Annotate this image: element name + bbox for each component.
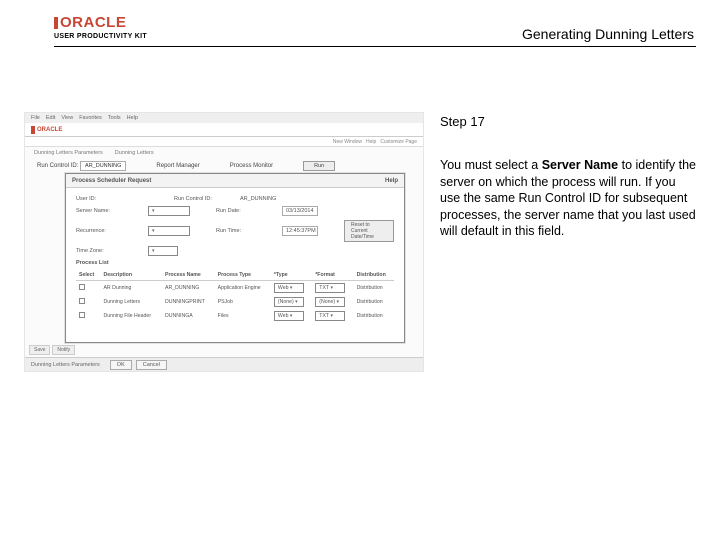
cell-fmt-dd[interactable]: TXT: [315, 311, 345, 321]
server-name-dropdown[interactable]: [148, 206, 190, 216]
process-scheduler-modal: Process Scheduler Request Help User ID: …: [65, 173, 405, 343]
ok-button[interactable]: OK: [110, 360, 132, 370]
modal-footer: Dunning Letters Parameters OK Cancel: [25, 357, 423, 371]
col-description: Description: [100, 270, 162, 281]
app-brand-bar: ORACLE: [25, 123, 423, 137]
cell-fmt-dd[interactable]: (None): [315, 297, 345, 307]
run-control-row: Run Control ID: AR_DUNNING Report Manage…: [25, 159, 423, 173]
server-name-label: Server Name:: [76, 208, 122, 214]
browser-menubar: File Edit View Favorites Tools Help: [25, 113, 423, 123]
cell-pname: DUNNINGA: [162, 309, 215, 323]
runctl-modal-value: AR_DUNNING: [240, 196, 276, 202]
brand-text: ORACLE: [60, 14, 126, 31]
step-label: Step 17: [440, 114, 696, 129]
page-action-chips: Save Notify: [29, 345, 75, 355]
timezone-label: Time Zone:: [76, 248, 122, 254]
rundate-field[interactable]: 03/13/2014: [282, 206, 318, 216]
cell-ptype: Files: [215, 309, 271, 323]
chip-notify[interactable]: Notify: [52, 345, 75, 355]
page-title: Generating Dunning Letters: [522, 26, 694, 42]
menu-favorites[interactable]: Favorites: [79, 115, 102, 121]
link-new-window[interactable]: New Window: [333, 139, 362, 145]
row-checkbox[interactable]: [79, 312, 85, 318]
modal-body: User ID: Run Control ID: AR_DUNNING Serv…: [66, 188, 404, 327]
app-screenshot: File Edit View Favorites Tools Help ORAC…: [24, 112, 424, 372]
table-row: Dunning Letters DUNNINGPRINT PSJob (None…: [76, 295, 394, 309]
link-customize[interactable]: Customize Page: [380, 139, 417, 145]
tab-dunning-letters[interactable]: Dunning Letters: [112, 149, 157, 157]
instruction-panel: Step 17 You must select a Server Name to…: [440, 112, 696, 372]
subbrand-text: USER PRODUCTIVITY KIT: [54, 33, 147, 40]
cancel-button[interactable]: Cancel: [136, 360, 167, 370]
cell-pname: AR_DUNNING: [162, 281, 215, 296]
table-row: AR Dunning AR_DUNNING Application Engine…: [76, 281, 394, 296]
col-process-type: Process Type: [215, 270, 271, 281]
cell-desc: Dunning File Header: [100, 309, 162, 323]
row-checkbox[interactable]: [79, 298, 85, 304]
oracle-bar-icon: [31, 126, 35, 134]
cell-dist-link[interactable]: Distribution: [354, 281, 394, 296]
cell-desc: AR Dunning: [100, 281, 162, 296]
link-process-monitor[interactable]: Process Monitor: [230, 163, 273, 169]
runtime-label: Run Time:: [216, 228, 256, 234]
tab-dunning-params[interactable]: Dunning Letters Parameters: [31, 149, 106, 157]
process-list-table: Select Description Process Name Process …: [76, 270, 394, 323]
menu-view[interactable]: View: [61, 115, 73, 121]
footer-crumb: Dunning Letters Parameters: [31, 362, 100, 368]
content-row: File Edit View Favorites Tools Help ORAC…: [24, 112, 696, 372]
chip-save[interactable]: Save: [29, 345, 50, 355]
oracle-logo: ORACLE: [54, 14, 147, 31]
cell-dist-link[interactable]: Distribution: [354, 309, 394, 323]
header-divider: [54, 46, 696, 47]
menu-edit[interactable]: Edit: [46, 115, 55, 121]
runctl-value: AR_DUNNING: [80, 161, 126, 171]
cell-type-dd[interactable]: (None): [274, 297, 304, 307]
reset-datetime-button[interactable]: Reset to Current Date/Time: [344, 220, 394, 242]
modal-titlebar: Process Scheduler Request Help: [66, 174, 404, 188]
col-select: Select: [76, 270, 100, 281]
tab-strip: Dunning Letters Parameters Dunning Lette…: [25, 147, 423, 159]
cell-pname: DUNNINGPRINT: [162, 295, 215, 309]
app-brand-text: ORACLE: [37, 127, 62, 133]
process-list-heading: Process List: [76, 260, 394, 266]
col-distribution: Distribution: [354, 270, 394, 281]
timezone-dropdown[interactable]: [148, 246, 178, 256]
link-help[interactable]: Help: [366, 139, 376, 145]
cell-type-dd[interactable]: Web: [274, 311, 304, 321]
modal-title-text: Process Scheduler Request: [72, 178, 151, 184]
instruction-before: You must select a: [440, 158, 542, 172]
recurrence-label: Recurrence:: [76, 228, 122, 234]
cell-ptype: Application Engine: [215, 281, 271, 296]
page-header: ORACLE USER PRODUCTIVITY KIT Generating …: [0, 0, 720, 48]
app-subheader: New Window Help Customize Page: [25, 137, 423, 147]
cell-ptype: PSJob: [215, 295, 271, 309]
rundate-label: Run Date:: [216, 208, 256, 214]
modal-help-link[interactable]: Help: [385, 178, 398, 184]
brand-block: ORACLE USER PRODUCTIVITY KIT: [54, 14, 147, 40]
cell-dist-link[interactable]: Distribution: [354, 295, 394, 309]
userid-label: User ID:: [76, 196, 122, 202]
instruction-bold: Server Name: [542, 158, 618, 172]
table-header-row: Select Description Process Name Process …: [76, 270, 394, 281]
link-report-manager[interactable]: Report Manager: [156, 163, 199, 169]
menu-tools[interactable]: Tools: [108, 115, 121, 121]
col-format: *Format: [312, 270, 353, 281]
cell-fmt-dd[interactable]: TXT: [315, 283, 345, 293]
col-type: *Type: [271, 270, 312, 281]
menu-file[interactable]: File: [31, 115, 40, 121]
cell-desc: Dunning Letters: [100, 295, 162, 309]
runctl-modal-label: Run Control ID:: [174, 196, 214, 202]
runctl-label: Run Control ID:: [37, 163, 78, 169]
cell-type-dd[interactable]: Web: [274, 283, 304, 293]
menu-help[interactable]: Help: [127, 115, 138, 121]
oracle-bar-icon: [54, 17, 58, 29]
table-row: Dunning File Header DUNNINGA Files Web T…: [76, 309, 394, 323]
col-process-name: Process Name: [162, 270, 215, 281]
runtime-field[interactable]: 12:45:37PM: [282, 226, 318, 236]
row-checkbox[interactable]: [79, 284, 85, 290]
instruction-text: You must select a Server Name to identif…: [440, 157, 696, 240]
recurrence-dropdown[interactable]: [148, 226, 190, 236]
run-button[interactable]: Run: [303, 161, 335, 171]
